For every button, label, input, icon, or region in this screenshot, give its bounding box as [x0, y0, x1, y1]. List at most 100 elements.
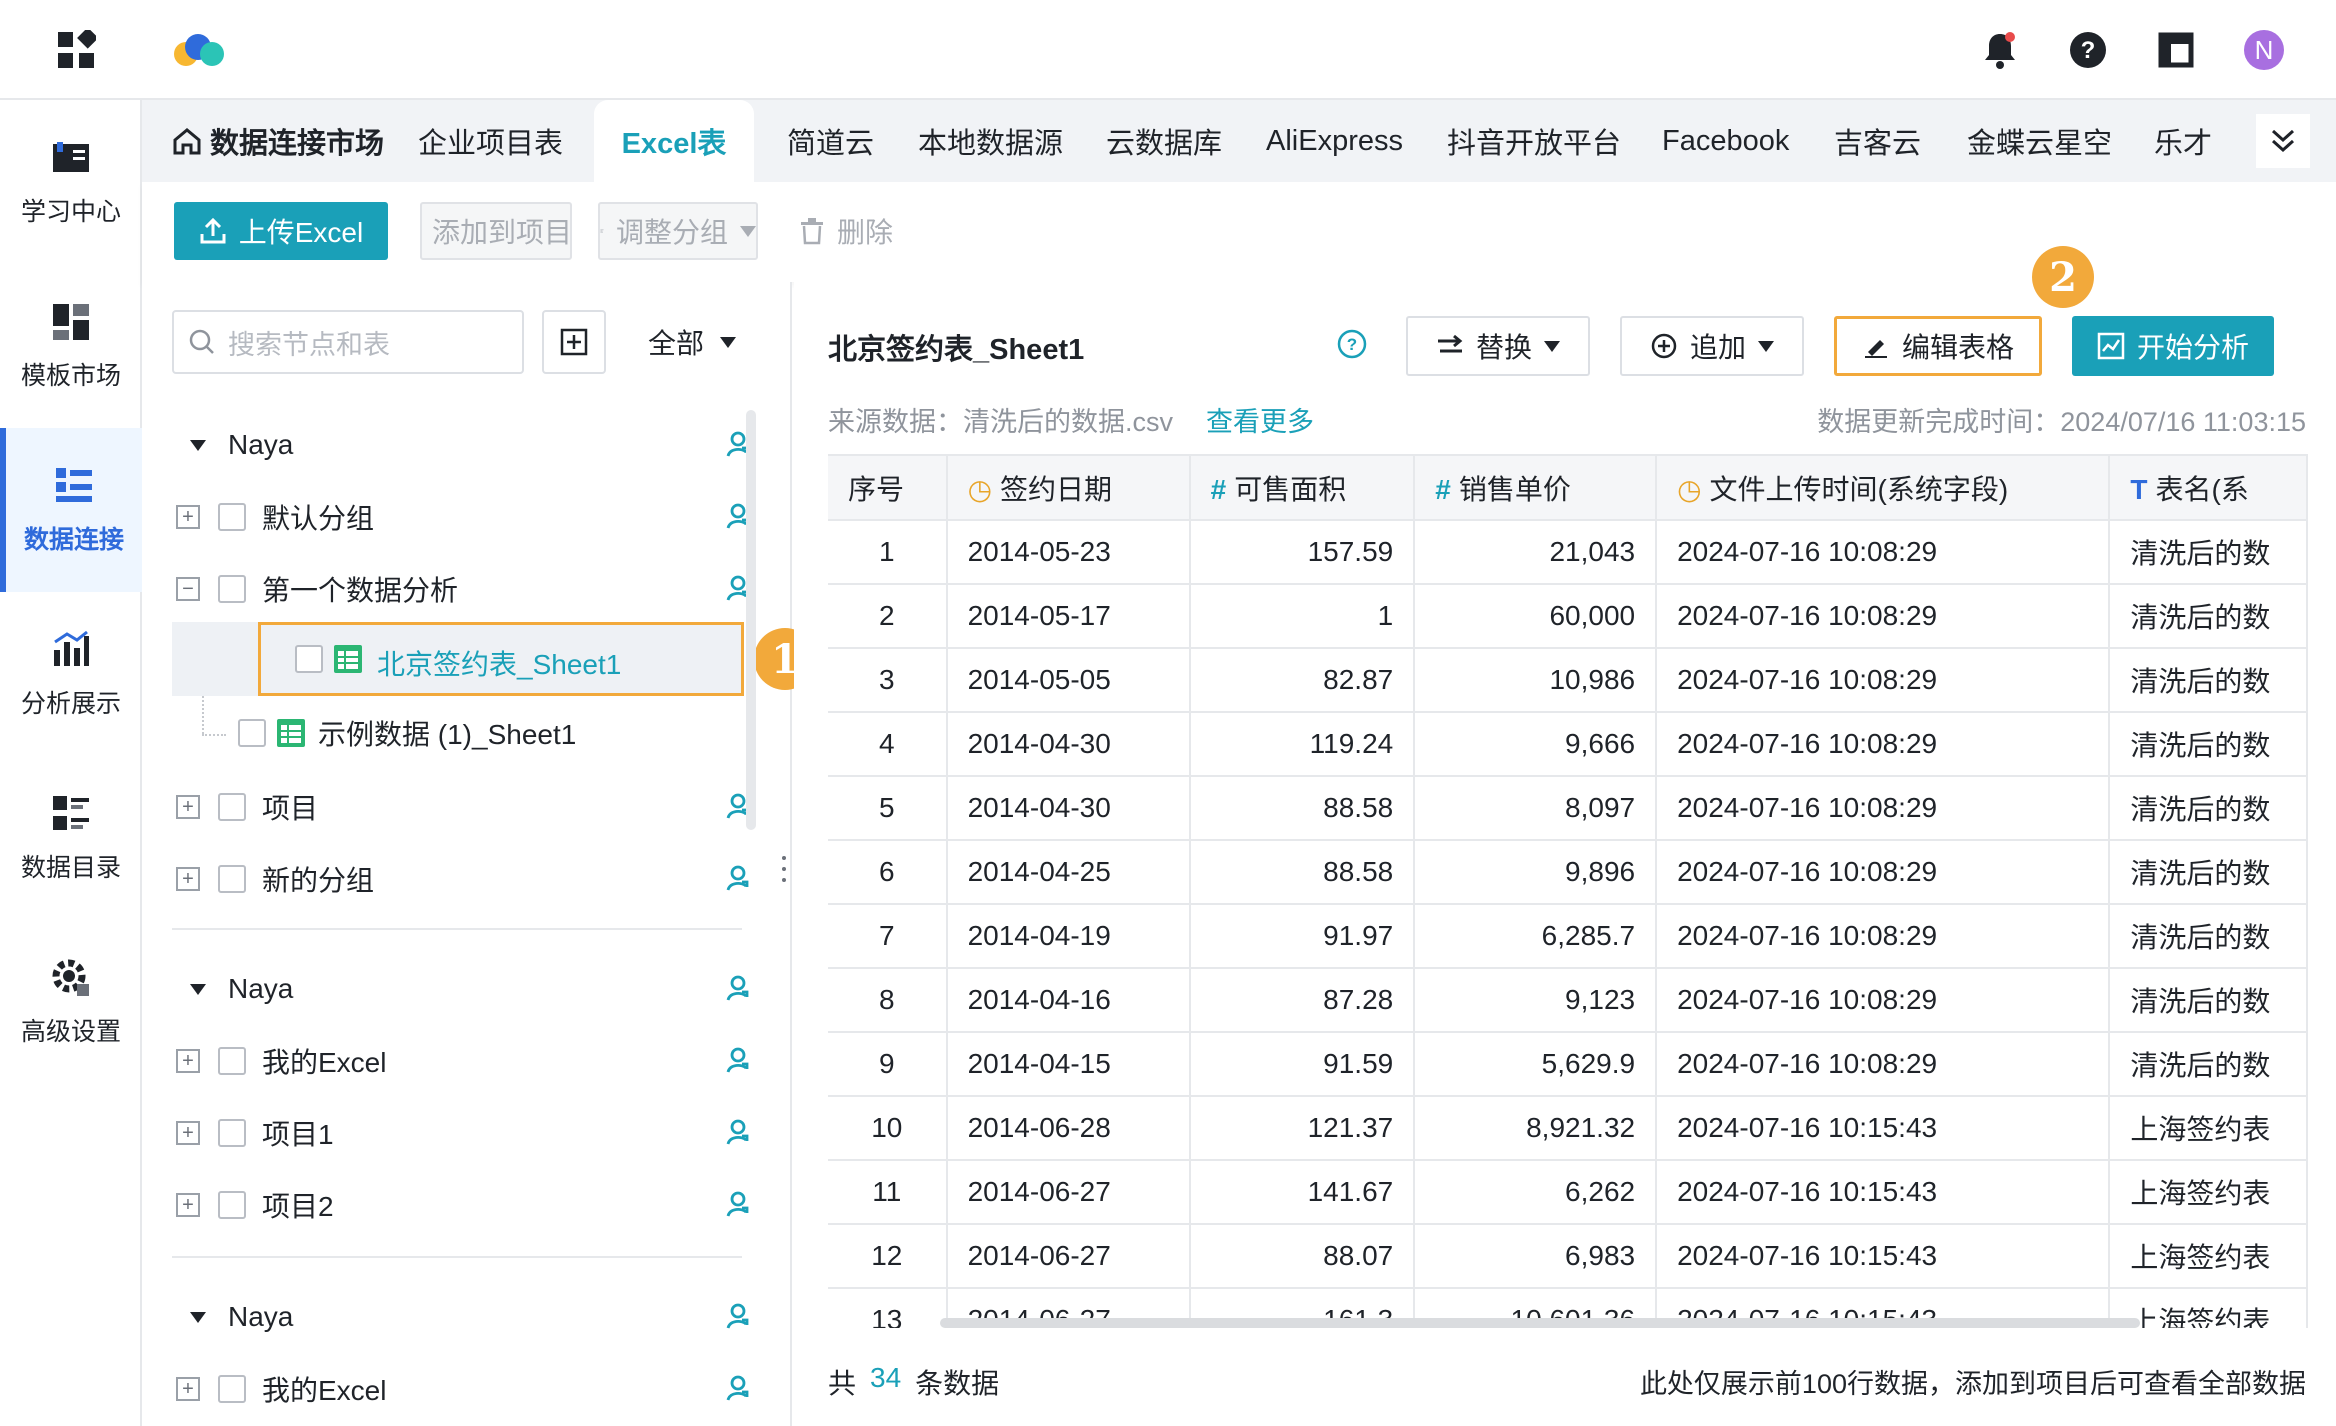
see-more-link[interactable]: 查看更多: [1206, 400, 1314, 439]
start-analysis-button[interactable]: 开始分析: [2072, 316, 2274, 376]
table-row[interactable]: 4 2014-04-30 119.24 9,666 2024-07-16 10:08:2…: [828, 712, 2308, 777]
table-cell[interactable]: 清洗后的数: [2109, 904, 2308, 969]
sidebar-item-learning[interactable]: 学习中心: [0, 100, 142, 264]
table-row[interactable]: 10 2014-06-28 121.37 8,921.32 2024-07-16 10:…: [828, 1096, 2308, 1161]
tree-scrollbar[interactable]: [746, 410, 756, 830]
tree-owner-row[interactable]: Naya: [172, 1286, 749, 1348]
tabs-more-button[interactable]: [2256, 114, 2310, 168]
table-cell[interactable]: 88.58: [1189, 776, 1416, 841]
table-cell[interactable]: 1: [1189, 584, 1416, 649]
table-cell[interactable]: 157.59: [1189, 520, 1416, 585]
checkbox[interactable]: [238, 719, 266, 747]
user-share-icon[interactable]: [720, 1188, 754, 1222]
append-button[interactable]: 追加: [1620, 316, 1804, 376]
search-input[interactable]: 搜索节点和表: [172, 310, 524, 374]
table-cell[interactable]: 2014-04-15: [946, 1032, 1191, 1097]
table-cell[interactable]: 2014-04-30: [946, 776, 1191, 841]
table-cell[interactable]: 清洗后的数: [2109, 776, 2308, 841]
table-cell[interactable]: 2024-07-16 10:15:43: [1656, 1096, 2111, 1161]
table-cell[interactable]: 2024-07-16 10:08:29: [1656, 520, 2111, 585]
table-cell[interactable]: 6,983: [1414, 1224, 1658, 1289]
table-cell[interactable]: 7: [828, 904, 948, 969]
expand-icon[interactable]: +: [176, 1049, 200, 1073]
help-circle-icon[interactable]: ?: [1336, 328, 1368, 360]
tree-group-row[interactable]: + 默认分组: [172, 486, 749, 548]
table-cell[interactable]: 121.37: [1189, 1096, 1416, 1161]
checkbox[interactable]: [218, 865, 246, 893]
expand-icon[interactable]: +: [176, 867, 200, 891]
table-row[interactable]: 9 2014-04-15 91.59 5,629.9 2024-07-16 10:08:…: [828, 1032, 2308, 1097]
table-cell[interactable]: 4: [828, 712, 948, 777]
table-cell[interactable]: 2024-07-16 10:08:29: [1656, 840, 2111, 905]
table-row[interactable]: 5 2014-04-30 88.58 8,097 2024-07-16 10:08:29…: [828, 776, 2308, 841]
sidebar-item-analysis[interactable]: 分析展示: [0, 592, 142, 756]
table-cell[interactable]: 91.59: [1189, 1032, 1416, 1097]
table-cell[interactable]: 9: [828, 1032, 948, 1097]
filter-select[interactable]: 全部: [648, 310, 748, 374]
table-cell[interactable]: 2024-07-16 10:08:29: [1656, 648, 2111, 713]
table-cell[interactable]: 上海签约表: [2109, 1224, 2308, 1289]
user-share-icon[interactable]: [720, 862, 754, 896]
checkbox[interactable]: [295, 645, 323, 673]
table-cell[interactable]: 2: [828, 584, 948, 649]
adjust-group-button[interactable]: 调整分组: [598, 202, 758, 260]
table-cell[interactable]: 2024-07-16 10:08:29: [1656, 904, 2111, 969]
add-node-button[interactable]: [542, 310, 606, 374]
table-cell[interactable]: 2014-04-19: [946, 904, 1191, 969]
table-cell[interactable]: 2024-07-16 10:08:29: [1656, 584, 2111, 649]
table-cell[interactable]: 8,921.32: [1414, 1096, 1658, 1161]
tab-local[interactable]: 本地数据源: [918, 100, 1063, 182]
tab-aliexpress[interactable]: AliExpress: [1266, 100, 1403, 182]
checkbox[interactable]: [218, 1119, 246, 1147]
table-row[interactable]: 3 2014-05-05 82.87 10,986 2024-07-16 10:08:2…: [828, 648, 2308, 713]
tab-douyin[interactable]: 抖音开放平台: [1447, 100, 1621, 182]
table-cell[interactable]: 13: [828, 1288, 948, 1328]
table-cell[interactable]: 21,043: [1414, 520, 1658, 585]
tree-sheet-row-selected[interactable]: 北京签约表_Sheet1: [258, 622, 744, 696]
tab-excel[interactable]: Excel表: [594, 100, 754, 182]
table-cell[interactable]: 2014-06-27: [946, 1160, 1191, 1225]
add-to-project-button[interactable]: 添加到项目: [420, 202, 572, 260]
sidebar-item-data-connect[interactable]: 数据连接: [0, 428, 142, 592]
table-cell[interactable]: 88.58: [1189, 840, 1416, 905]
tree-owner-row[interactable]: Naya: [172, 958, 749, 1020]
tree-group-row[interactable]: − 第一个数据分析: [172, 558, 749, 620]
expand-icon[interactable]: +: [176, 505, 200, 529]
table-cell[interactable]: 3: [828, 648, 948, 713]
table-cell[interactable]: 2014-04-30: [946, 712, 1191, 777]
expand-icon[interactable]: +: [176, 1121, 200, 1145]
table-cell[interactable]: 清洗后的数: [2109, 840, 2308, 905]
table-cell[interactable]: 82.87: [1189, 648, 1416, 713]
table-cell[interactable]: 清洗后的数: [2109, 1032, 2308, 1097]
table-cell[interactable]: 10: [828, 1096, 948, 1161]
upload-excel-button[interactable]: 上传Excel: [174, 202, 388, 260]
table-row[interactable]: 12 2014-06-27 88.07 6,983 2024-07-16 10:15:4…: [828, 1224, 2308, 1289]
checkbox[interactable]: [218, 1375, 246, 1403]
checkbox[interactable]: [218, 1191, 246, 1219]
table-cell[interactable]: 8: [828, 968, 948, 1033]
table-row[interactable]: 7 2014-04-19 91.97 6,285.7 2024-07-16 10:08:…: [828, 904, 2308, 969]
table-cell[interactable]: 11: [828, 1160, 948, 1225]
table-cell[interactable]: 6,285.7: [1414, 904, 1658, 969]
table-cell[interactable]: 1: [828, 520, 948, 585]
table-row[interactable]: 1 2014-05-23 157.59 21,043 2024-07-16 10:08:…: [828, 520, 2308, 585]
table-cell[interactable]: 5: [828, 776, 948, 841]
table-cell[interactable]: 6: [828, 840, 948, 905]
table-cell[interactable]: 6,262: [1414, 1160, 1658, 1225]
checkbox[interactable]: [218, 575, 246, 603]
table-cell[interactable]: 2024-07-16 10:08:29: [1656, 1032, 2111, 1097]
tree-group-row[interactable]: + 我的Excel: [172, 1030, 749, 1092]
panel-resize-handle[interactable]: [780, 856, 788, 882]
column-header[interactable]: 序号: [828, 456, 948, 521]
table-cell[interactable]: 2024-07-16 10:08:29: [1656, 968, 2111, 1033]
tab-facebook[interactable]: Facebook: [1662, 100, 1789, 182]
table-cell[interactable]: 2014-05-23: [946, 520, 1191, 585]
sidebar-item-catalog[interactable]: 数据目录: [0, 756, 142, 920]
table-cell[interactable]: 9,896: [1414, 840, 1658, 905]
table-cell[interactable]: 88.07: [1189, 1224, 1416, 1289]
table-cell[interactable]: 9,666: [1414, 712, 1658, 777]
user-share-icon[interactable]: [720, 972, 754, 1006]
table-cell[interactable]: 清洗后的数: [2109, 584, 2308, 649]
tree-group-row[interactable]: + 我的Excel: [172, 1358, 749, 1420]
table-cell[interactable]: 2014-05-17: [946, 584, 1191, 649]
